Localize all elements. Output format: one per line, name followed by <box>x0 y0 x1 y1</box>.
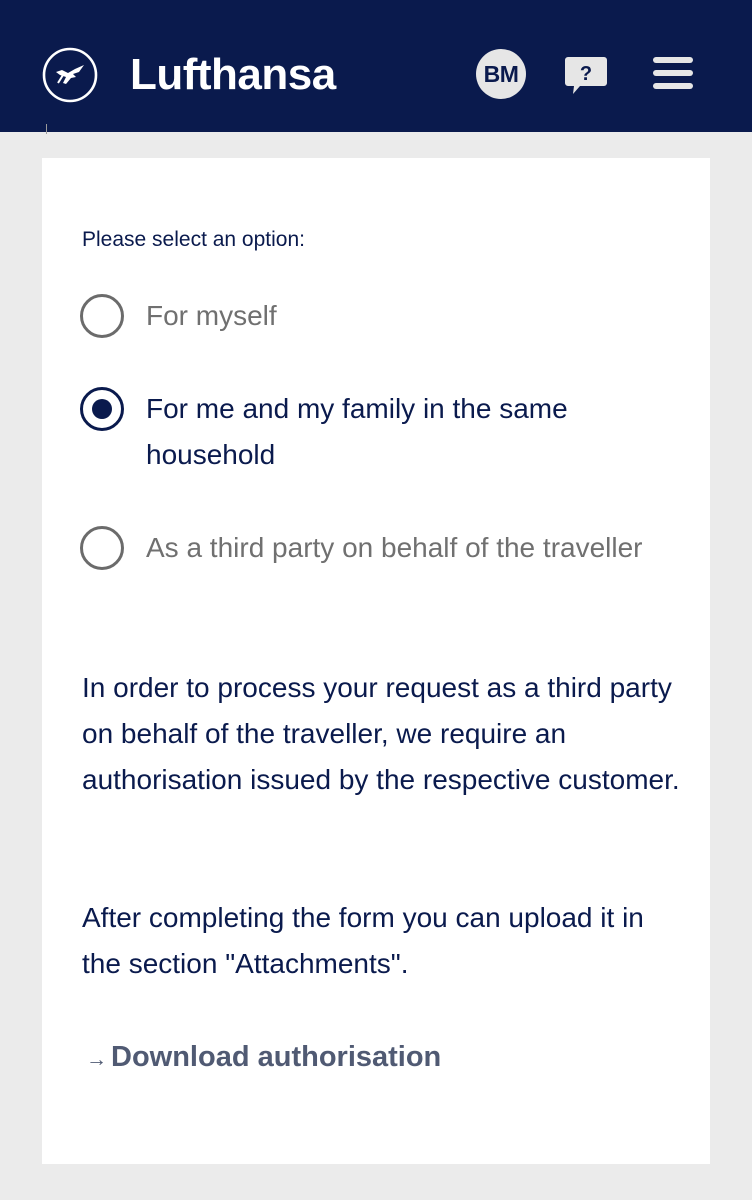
brand-name[interactable]: Lufthansa <box>130 47 336 103</box>
upload-info-text: After completing the form you can upload… <box>82 902 644 979</box>
hamburger-menu-icon[interactable] <box>652 56 694 90</box>
arrow-right-icon: → <box>86 1048 107 1071</box>
radio-button-selected[interactable] <box>80 387 124 431</box>
help-speech-bubble-icon[interactable]: ? <box>564 55 608 97</box>
help-glyph: ? <box>580 63 592 85</box>
user-avatar[interactable]: BM <box>476 49 526 99</box>
download-link-label: Download authorisation <box>111 1041 442 1073</box>
top-header: Lufthansa BM ? <box>0 0 752 132</box>
option-me-and-family[interactable]: For me and my family in the same househo… <box>80 387 680 479</box>
option-third-party[interactable]: As a third party on behalf of the travel… <box>80 526 680 618</box>
authorisation-info-text: In order to process your request as a th… <box>82 672 680 795</box>
option-label: For me and my family in the same househo… <box>146 393 568 470</box>
option-label: For myself <box>146 300 277 331</box>
select-option-prompt: Please select an option: <box>82 228 305 251</box>
download-authorisation-link[interactable]: → Download authorisation <box>86 1034 441 1080</box>
option-label: As a third party on behalf of the travel… <box>146 532 643 563</box>
crane-logo-icon[interactable] <box>42 47 98 103</box>
option-for-myself[interactable]: For myself <box>80 294 680 340</box>
radio-button[interactable] <box>80 526 124 570</box>
form-card: Please select an option: For myself For … <box>42 158 710 1164</box>
scroll-marker <box>46 124 47 134</box>
radio-button[interactable] <box>80 294 124 338</box>
